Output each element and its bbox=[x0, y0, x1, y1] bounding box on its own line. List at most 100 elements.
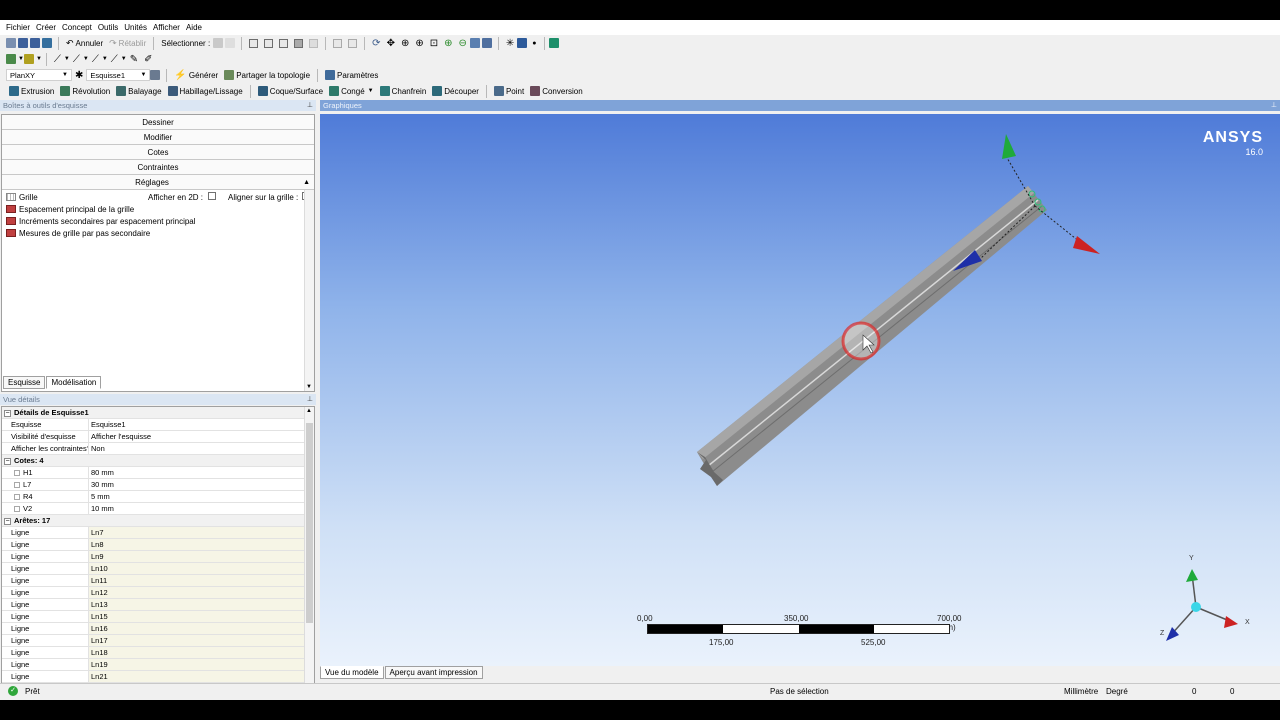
collapse-icon[interactable]: − bbox=[4, 458, 11, 465]
toolbox-scrollbar[interactable]: ▼ bbox=[304, 190, 314, 391]
zoom-fit-icon[interactable]: ⊡ bbox=[427, 36, 441, 50]
parameters-button[interactable]: Paramètres bbox=[322, 68, 381, 82]
select-mode-icon[interactable] bbox=[213, 38, 224, 48]
setting-grid[interactable]: Grille Afficher en 2D : Aligner sur la g… bbox=[2, 191, 314, 203]
cube-view-icon[interactable] bbox=[517, 38, 528, 48]
menu-afficher[interactable]: Afficher bbox=[153, 23, 180, 32]
new-plane-icon[interactable]: ✱ bbox=[72, 68, 86, 82]
zoom-out-icon[interactable]: ⊖ bbox=[456, 36, 470, 50]
rotate-icon[interactable]: ⟳ bbox=[369, 36, 383, 50]
dimension-row[interactable]: L7 30 mm bbox=[2, 479, 305, 491]
redo-button[interactable]: ↷ Rétablir bbox=[106, 36, 149, 50]
tab-modelisation[interactable]: Modélisation bbox=[46, 376, 102, 389]
edge-row[interactable]: Ligne Ln21 bbox=[2, 671, 305, 683]
pin-icon[interactable]: ⊥ bbox=[307, 394, 313, 405]
zoom-icon[interactable]: ⊕ bbox=[398, 36, 412, 50]
select-filter-icon[interactable] bbox=[225, 38, 236, 48]
parameter-checkbox[interactable] bbox=[14, 506, 20, 513]
dimension-row[interactable]: H1 80 mm bbox=[2, 467, 305, 479]
status-angle-unit[interactable]: Degré bbox=[1106, 687, 1128, 696]
freehand-icon[interactable]: ✐ bbox=[141, 52, 155, 66]
select-body-icon[interactable] bbox=[294, 38, 304, 48]
pin-icon[interactable]: ⊥ bbox=[307, 100, 313, 111]
point-button[interactable]: Point bbox=[491, 84, 527, 98]
details-row[interactable]: Visibilité d'esquisse Afficher l'esquisse bbox=[2, 431, 305, 443]
dims-group-header[interactable]: − Cotes: 4 bbox=[2, 455, 305, 467]
edge-row[interactable]: Ligne Ln8 bbox=[2, 539, 305, 551]
color-body-icon[interactable] bbox=[6, 54, 16, 64]
view-icon[interactable] bbox=[469, 38, 480, 48]
setting-grid-snaps[interactable]: Mesures de grille par pas secondaire bbox=[2, 227, 314, 239]
chevron-down-icon[interactable]: ▼ bbox=[36, 52, 42, 66]
help-icon[interactable] bbox=[548, 38, 559, 48]
show-2d-checkbox[interactable] bbox=[208, 192, 216, 200]
section-modifier[interactable]: Modifier bbox=[2, 130, 314, 145]
details-scrollbar[interactable]: ▲ ▼ bbox=[304, 407, 314, 698]
edge-row[interactable]: Ligne Ln19 bbox=[2, 659, 305, 671]
chevron-down-icon[interactable]: ▼ bbox=[306, 384, 312, 390]
edge-row[interactable]: Ligne Ln10 bbox=[2, 563, 305, 575]
select-edge-icon[interactable] bbox=[264, 38, 274, 48]
parameter-checkbox[interactable] bbox=[14, 470, 20, 477]
menu-outils[interactable]: Outils bbox=[98, 23, 118, 32]
edges-group-header[interactable]: − Arêtes: 17 bbox=[2, 515, 305, 527]
parameter-checkbox[interactable] bbox=[14, 482, 20, 489]
generate-button[interactable]: ⚡ Générer bbox=[171, 68, 221, 82]
tab-model-view[interactable]: Vue du modèle bbox=[320, 666, 384, 679]
edge-row[interactable]: Ligne Ln13 bbox=[2, 599, 305, 611]
new-sketch-icon[interactable] bbox=[150, 70, 161, 80]
zoom-in-icon[interactable]: ⊕ bbox=[441, 36, 455, 50]
edge-row[interactable]: Ligne Ln16 bbox=[2, 623, 305, 635]
pan-icon[interactable]: ✥ bbox=[384, 36, 398, 50]
scrollbar-thumb[interactable] bbox=[306, 423, 313, 623]
menu-aide[interactable]: Aide bbox=[186, 23, 202, 32]
chevron-up-icon[interactable]: ▲ bbox=[306, 408, 312, 414]
slice-button[interactable]: Découper bbox=[429, 84, 482, 98]
dimension-row[interactable]: R4 5 mm bbox=[2, 491, 305, 503]
select-point-icon[interactable] bbox=[249, 38, 259, 48]
extend-selection-icon[interactable] bbox=[309, 38, 319, 48]
parameter-checkbox[interactable] bbox=[14, 494, 20, 501]
select-face-icon[interactable] bbox=[279, 38, 289, 48]
save-icon[interactable] bbox=[18, 38, 28, 48]
display-icon[interactable] bbox=[481, 38, 492, 48]
menu-fichier[interactable]: Fichier bbox=[6, 23, 30, 32]
menu-concept[interactable]: Concept bbox=[62, 23, 92, 32]
extrude-button[interactable]: Extrusion bbox=[6, 84, 57, 98]
color-face-icon[interactable] bbox=[23, 54, 34, 64]
menu-unites[interactable]: Unités bbox=[124, 23, 147, 32]
menu-creer[interactable]: Créer bbox=[36, 23, 56, 32]
section-dessiner[interactable]: Dessiner bbox=[2, 115, 314, 130]
pin-icon[interactable]: ⊥ bbox=[1271, 100, 1277, 111]
collapse-icon[interactable]: − bbox=[4, 518, 11, 525]
blend-button[interactable]: Congé ▼ bbox=[326, 84, 377, 98]
undo-button[interactable]: ↶ Annuler bbox=[63, 36, 106, 50]
polyline-tool-icon[interactable]: ⟋ bbox=[70, 52, 83, 66]
box-select-icon[interactable] bbox=[333, 38, 343, 48]
setting-major-spacing[interactable]: Espacement principal de la grille bbox=[2, 203, 314, 215]
status-length-unit[interactable]: Millimètre bbox=[1064, 687, 1098, 696]
edge-row[interactable]: Ligne Ln18 bbox=[2, 647, 305, 659]
line-tool-icon[interactable]: ⟋ bbox=[51, 52, 64, 66]
details-group-header[interactable]: − Détails de Esquisse1 bbox=[2, 407, 305, 419]
paint-select-icon[interactable] bbox=[348, 38, 358, 48]
dimension-row[interactable]: V2 10 mm bbox=[2, 503, 305, 515]
chamfer-button[interactable]: Chanfrein bbox=[377, 84, 430, 98]
section-contraintes[interactable]: Contraintes bbox=[2, 160, 314, 175]
pin-icon[interactable]: ✎ bbox=[127, 52, 141, 66]
sweep-button[interactable]: Balayage bbox=[113, 84, 164, 98]
graphics-viewport[interactable]: Y X Z ANSYS 16.0 0,00 350,00 700,00 (mm)… bbox=[320, 114, 1280, 666]
curve-tool-icon[interactable]: ⟋ bbox=[89, 52, 102, 66]
point-display-icon[interactable]: ● bbox=[529, 36, 539, 50]
details-row[interactable]: Afficher les contraintes? Non bbox=[2, 443, 305, 455]
screenshot-icon[interactable] bbox=[42, 38, 52, 48]
zoom-box-icon[interactable]: ⊕ bbox=[412, 36, 426, 50]
edge-row[interactable]: Ligne Ln12 bbox=[2, 587, 305, 599]
conversion-button[interactable]: Conversion bbox=[527, 84, 585, 98]
plane-combo[interactable]: PlanXY ▼ bbox=[6, 69, 72, 81]
edge-row[interactable]: Ligne Ln9 bbox=[2, 551, 305, 563]
look-at-icon[interactable]: ✳ bbox=[503, 36, 517, 50]
new-file-icon[interactable] bbox=[6, 38, 16, 48]
tab-esquisse[interactable]: Esquisse bbox=[3, 376, 46, 389]
details-row[interactable]: Esquisse Esquisse1 bbox=[2, 419, 305, 431]
